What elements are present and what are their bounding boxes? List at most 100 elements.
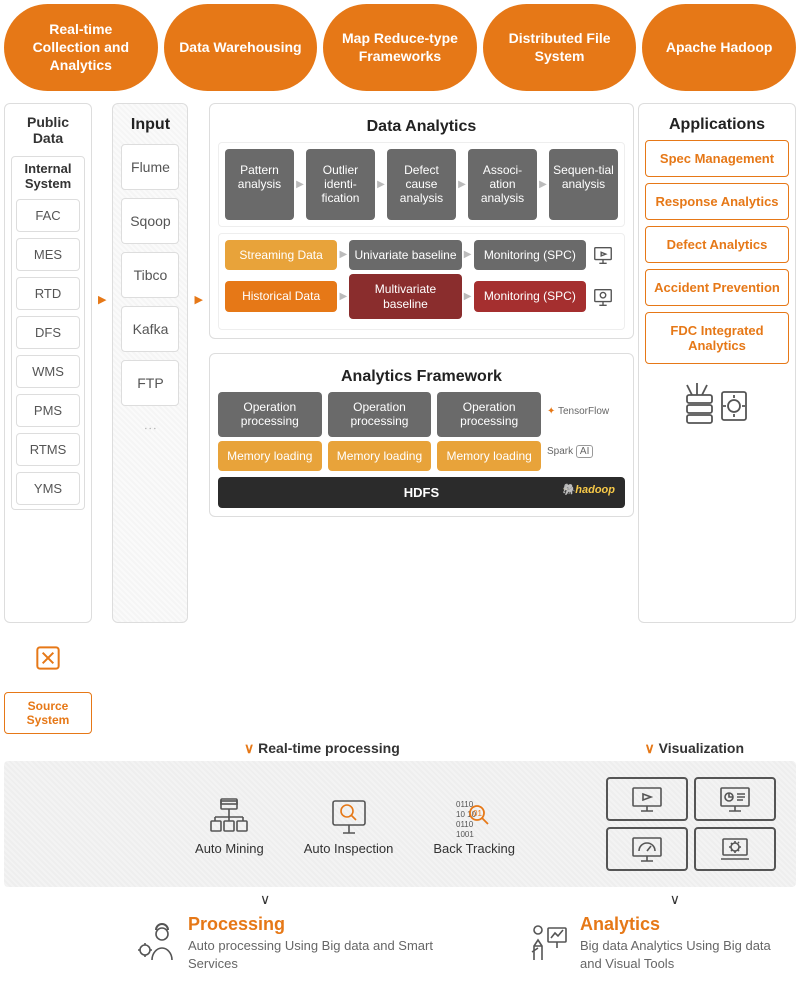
hdfs-label: HDFS	[404, 485, 439, 500]
back-tracking: 011010 100110100101 Back Tracking	[433, 793, 515, 856]
chevron-right-icon: ▶	[464, 291, 472, 302]
op-proc-1: Operation processing	[218, 392, 322, 437]
af-col-3: Operation processing Memory loading	[437, 392, 541, 471]
visualization-label: ∨ Visualization	[645, 740, 744, 757]
sys-dfs: DFS	[16, 316, 80, 349]
svg-text:0110: 0110	[456, 800, 474, 809]
app-accident: Accident Prevention	[645, 269, 789, 306]
caret-down-icon: ∨	[645, 740, 655, 756]
back-tracking-label: Back Tracking	[433, 841, 515, 856]
monitor-search-icon	[304, 793, 394, 841]
pill-mapreduce: Map Reduce-type Frameworks	[323, 4, 477, 91]
pipe-sequential: Sequen-tial analysis	[549, 149, 618, 220]
pill-realtime: Real-time Collection and Analytics	[4, 4, 158, 91]
pipe-outlier: Outlier identi-fication	[306, 149, 375, 220]
pipe-pattern: Pattern analysis	[225, 149, 294, 220]
public-data-title: Public Data	[11, 110, 85, 150]
pipe-defect: Defect cause analysis	[387, 149, 456, 220]
server-network-icon	[195, 793, 264, 841]
applications-panel: Applications Spec Management Response An…	[638, 103, 796, 623]
chevron-right-icon: ▶	[339, 291, 347, 302]
top-pill-row: Real-time Collection and Analytics Data …	[0, 0, 800, 103]
monitoring-spc-2: Monitoring (SPC)	[474, 281, 586, 311]
results-row: Processing Auto processing Using Big dat…	[0, 908, 800, 983]
analytics-result: Analytics Big data Analytics Using Big d…	[526, 914, 786, 973]
chart-monitor-icon	[694, 777, 776, 821]
op-proc-2: Operation processing	[328, 392, 432, 437]
chevron-right-icon: ▶	[377, 149, 385, 220]
af-col-1: Operation processing Memory loading	[218, 392, 322, 471]
sys-pms: PMS	[16, 394, 80, 427]
presenter-chart-icon	[526, 914, 570, 963]
video-monitor-icon	[606, 777, 688, 821]
col-input: Input Flume Sqoop Tibco Kafka FTP ⋮	[112, 103, 188, 735]
public-data-panel: Public Data Internal System FAC MES RTD …	[4, 103, 92, 623]
analytics-desc: Big data Analytics Using Big data and Vi…	[580, 937, 786, 973]
monitor-play-icon	[588, 244, 618, 266]
sys-yms: YMS	[16, 472, 80, 505]
analysis-pipeline: Pattern analysis ▶ Outlier identi-ficati…	[218, 142, 625, 227]
stream-row-2: Historical Data ▶ Multivariate baseline …	[225, 274, 618, 319]
sys-rtms: RTMS	[16, 433, 80, 466]
gear-laptop-icon	[694, 827, 776, 871]
input-flume: Flume	[121, 144, 179, 190]
analytics-framework-title: Analytics Framework	[218, 362, 625, 392]
processing-title: Processing	[188, 914, 434, 935]
input-sqoop: Sqoop	[121, 198, 179, 244]
col-applications: Applications Spec Management Response An…	[638, 103, 796, 735]
chevron-right-icon: ▶	[539, 149, 547, 220]
monitor-gear-icon	[588, 286, 618, 308]
col-public-data: Public Data Internal System FAC MES RTD …	[4, 103, 92, 735]
streaming-data: Streaming Data	[225, 240, 337, 270]
input-tibco: Tibco	[121, 252, 179, 298]
input-kafka: Kafka	[121, 306, 179, 352]
svg-text:1001: 1001	[456, 830, 474, 839]
app-defect: Defect Analytics	[645, 226, 789, 263]
sys-rtd: RTD	[16, 277, 80, 310]
source-system-box: Source System	[4, 692, 92, 734]
multivariate-baseline: Multivariate baseline	[349, 274, 461, 319]
processing-desc: Auto processing Using Big data and Smart…	[188, 937, 434, 973]
processing-result: Processing Auto processing Using Big dat…	[134, 914, 434, 973]
app-response: Response Analytics	[645, 183, 789, 220]
svg-text:01: 01	[473, 809, 482, 818]
chevron-right-icon: ▶	[339, 249, 347, 260]
mem-load-1: Memory loading	[218, 441, 322, 471]
analytics-framework-panel: Analytics Framework Operation processing…	[209, 353, 634, 517]
ellipsis-icon: ⋮	[143, 414, 158, 445]
auto-mining: Auto Mining	[195, 793, 264, 856]
processing-band: Auto Mining Auto Inspection 011010 10011…	[4, 761, 796, 887]
hadoop-logo: 🐘hadoop	[562, 483, 615, 496]
realtime-processing-label: ∨ Real-time processing	[244, 740, 400, 757]
caret-down-icon: ∨	[260, 891, 270, 908]
caret-down-icon: ∨	[244, 740, 254, 756]
flow-arrow-icon: ▶	[192, 293, 204, 306]
historical-data: Historical Data	[225, 281, 337, 311]
af-col-2: Operation processing Memory loading	[328, 392, 432, 471]
caret-down-icon: ∨	[670, 891, 680, 908]
sys-mes: MES	[16, 238, 80, 271]
monitoring-spc-1: Monitoring (SPC)	[474, 240, 586, 270]
applications-title: Applications	[645, 110, 789, 140]
af-side-labels: ✦ TensorFlow Spark AI	[547, 392, 625, 471]
down-carets: ∨ ∨	[0, 891, 800, 908]
chevron-right-icon: ▶	[296, 149, 304, 220]
app-spec: Spec Management	[645, 140, 789, 177]
streaming-block: Streaming Data ▶ Univariate baseline ▶ M…	[218, 233, 625, 330]
auto-mining-label: Auto Mining	[195, 841, 264, 856]
binary-search-icon: 011010 100110100101	[433, 793, 515, 841]
input-ftp: FTP	[121, 360, 179, 406]
internal-system-box: Internal System FAC MES RTD DFS WMS PMS …	[11, 156, 85, 510]
svg-text:0110: 0110	[456, 820, 474, 829]
app-fdc: FDC Integrated Analytics	[645, 312, 789, 364]
pill-warehousing: Data Warehousing	[164, 4, 318, 91]
auto-inspection: Auto Inspection	[304, 793, 394, 856]
lower-labels-row: ∨ Real-time processing ∨ Visualization	[0, 734, 800, 757]
server-gear-icon	[645, 370, 789, 440]
mem-load-2: Memory loading	[328, 441, 432, 471]
visualization-icons	[606, 777, 776, 871]
main-diagram: Public Data Internal System FAC MES RTD …	[0, 103, 800, 735]
system-list: FAC MES RTD DFS WMS PMS RTMS YMS	[12, 195, 84, 509]
input-panel: Input Flume Sqoop Tibco Kafka FTP ⋮	[112, 103, 188, 623]
data-analytics-title: Data Analytics	[218, 112, 625, 142]
